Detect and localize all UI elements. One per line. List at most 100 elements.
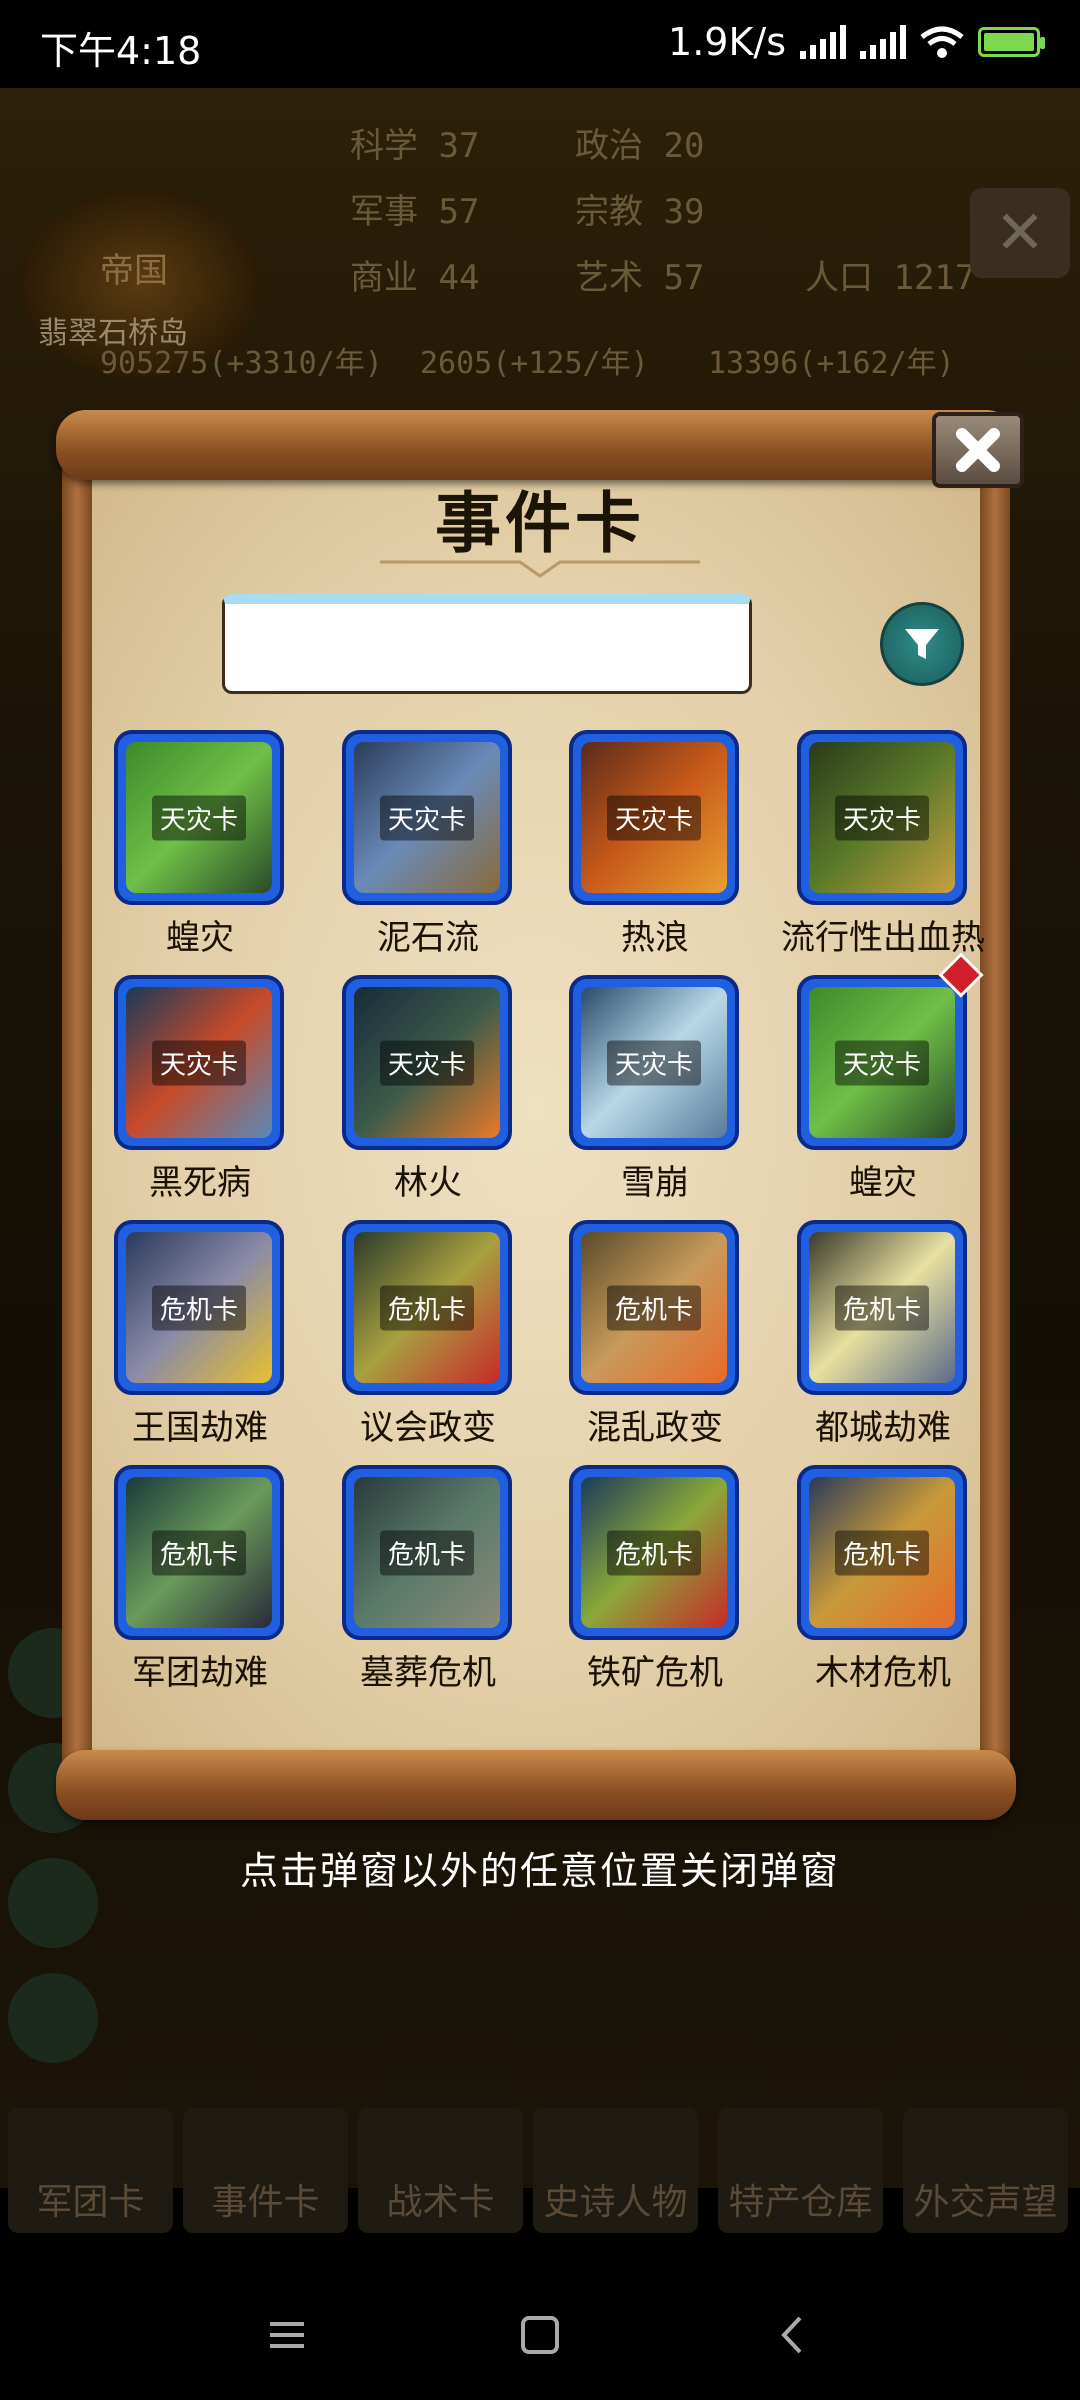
card-frame: 天灾卡 [797,730,967,905]
card-image: 天灾卡 [354,742,500,893]
menu-icon[interactable] [252,2300,322,2370]
filter-icon [905,629,939,659]
tab-epic-characters: 史诗人物 [533,2108,698,2233]
event-card[interactable]: 危机卡 议会政变 [300,1220,528,1460]
tab-event-cards: 事件卡 [183,2108,348,2233]
card-frame: 天灾卡 [114,730,284,905]
card-image: 天灾卡 [809,742,955,893]
card-name: 都城劫难 [815,1408,951,1448]
card-frame: 天灾卡 [114,975,284,1150]
card-frame: 危机卡 [569,1220,739,1395]
status-bar: 下午4:18 1.9K/s [0,0,1080,88]
card-frame: 天灾卡 [342,730,512,905]
stat-military: 军事 57 [350,192,480,232]
card-frame: 天灾卡 [797,975,967,1150]
card-type-badge: 危机卡 [606,1285,702,1330]
card-frame: 危机卡 [342,1220,512,1395]
search-input[interactable] [222,594,752,694]
title-ornament [380,560,700,578]
event-card[interactable]: 危机卡 木材危机 [755,1465,983,1705]
event-card[interactable]: 危机卡 军团劫难 [72,1465,300,1705]
card-name: 议会政变 [360,1408,496,1448]
status-time: 下午4:18 [40,29,202,73]
card-type-badge: 天灾卡 [834,1040,930,1085]
card-type-badge: 天灾卡 [151,795,247,840]
scroll-roll-bottom [56,1750,1016,1820]
tab-legion-cards: 军团卡 [8,2108,173,2233]
event-card[interactable]: 天灾卡 流行性出血热 [755,730,985,970]
event-card[interactable]: 天灾卡 蝗灾 [72,730,300,970]
card-frame: 危机卡 [797,1465,967,1640]
event-card[interactable]: 天灾卡 林火 [300,975,528,1215]
card-name: 热浪 [621,918,689,958]
net-speed: 1.9K/s [668,20,786,64]
card-type-badge: 天灾卡 [606,795,702,840]
card-type-badge: 天灾卡 [834,795,930,840]
card-image: 危机卡 [354,1232,500,1383]
system-nav-bar [0,2270,1080,2400]
card-image: 危机卡 [581,1477,727,1628]
card-image: 天灾卡 [126,987,272,1138]
card-name: 黑死病 [149,1163,251,1203]
event-card[interactable]: 危机卡 墓葬危机 [300,1465,528,1705]
card-type-badge: 天灾卡 [379,1040,475,1085]
home-icon[interactable] [505,2300,575,2370]
event-card[interactable]: 天灾卡 雪崩 [527,975,755,1215]
card-type-badge: 危机卡 [151,1530,247,1575]
card-image: 天灾卡 [581,742,727,893]
card-frame: 危机卡 [114,1465,284,1640]
tab-specialty-warehouse: 特产仓库 [718,2108,883,2233]
card-type-badge: 天灾卡 [151,1040,247,1085]
card-frame: 天灾卡 [569,975,739,1150]
card-name: 铁矿危机 [587,1653,723,1693]
close-button[interactable] [932,412,1024,488]
event-card[interactable]: 天灾卡 热浪 [527,730,755,970]
filter-button[interactable] [880,602,964,686]
card-name: 蝗灾 [849,1163,917,1203]
tab-tactic-cards: 战术卡 [358,2108,523,2233]
card-type-badge: 危机卡 [834,1530,930,1575]
event-card[interactable]: 天灾卡 泥石流 [300,730,528,970]
event-card[interactable]: 危机卡 都城劫难 [755,1220,983,1460]
stat-science: 科学 37 [350,126,480,166]
status-right: 1.9K/s [668,20,1045,64]
stat-commerce: 商业 44 [350,258,480,298]
tab-diplomacy: 外交声望 [903,2108,1068,2233]
event-card[interactable]: 危机卡 王国劫难 [72,1220,300,1460]
close-hint: 点击弹窗以外的任意位置关闭弹窗 [239,1849,840,1893]
event-card[interactable]: 危机卡 混乱政变 [527,1220,755,1460]
wifi-icon [920,26,964,58]
help-icon [8,1973,98,2063]
scroll-side-right [980,450,1010,1770]
background-close-button: ✕ [970,188,1070,278]
card-frame: 危机卡 [114,1220,284,1395]
event-card[interactable]: 危机卡 铁矿危机 [527,1465,755,1705]
stat-art: 艺术 57 [575,258,705,298]
card-frame: 天灾卡 [342,975,512,1150]
card-image: 天灾卡 [809,987,955,1138]
event-card[interactable]: 天灾卡 黑死病 [72,975,300,1215]
card-type-badge: 天灾卡 [606,1040,702,1085]
card-type-badge: 危机卡 [379,1530,475,1575]
card-frame: 天灾卡 [569,730,739,905]
card-type-badge: 危机卡 [151,1285,247,1330]
resource-gold: 905275(+3310/年) [100,346,383,381]
card-name: 王国劫难 [132,1408,268,1448]
resource-material: 13396(+162/年) [708,346,955,381]
card-name: 墓葬危机 [360,1653,496,1693]
card-frame: 危机卡 [342,1465,512,1640]
card-image: 天灾卡 [581,987,727,1138]
card-name: 林火 [394,1163,462,1203]
back-icon[interactable] [758,2300,828,2370]
card-type-badge: 危机卡 [606,1530,702,1575]
card-image: 危机卡 [354,1477,500,1628]
card-name: 混乱政变 [587,1408,723,1448]
event-card[interactable]: 天灾卡 蝗灾 [755,952,984,1215]
card-name: 泥石流 [377,918,479,958]
bottom-tab-bar: 军团卡 事件卡 战术卡 史诗人物 特产仓库 外交声望 [0,2098,1080,2238]
card-name: 木材危机 [815,1653,951,1693]
card-image: 危机卡 [809,1232,955,1383]
card-name: 蝗灾 [166,918,234,958]
close-icon [956,428,1000,472]
stat-population: 人口 1217 [805,258,976,298]
